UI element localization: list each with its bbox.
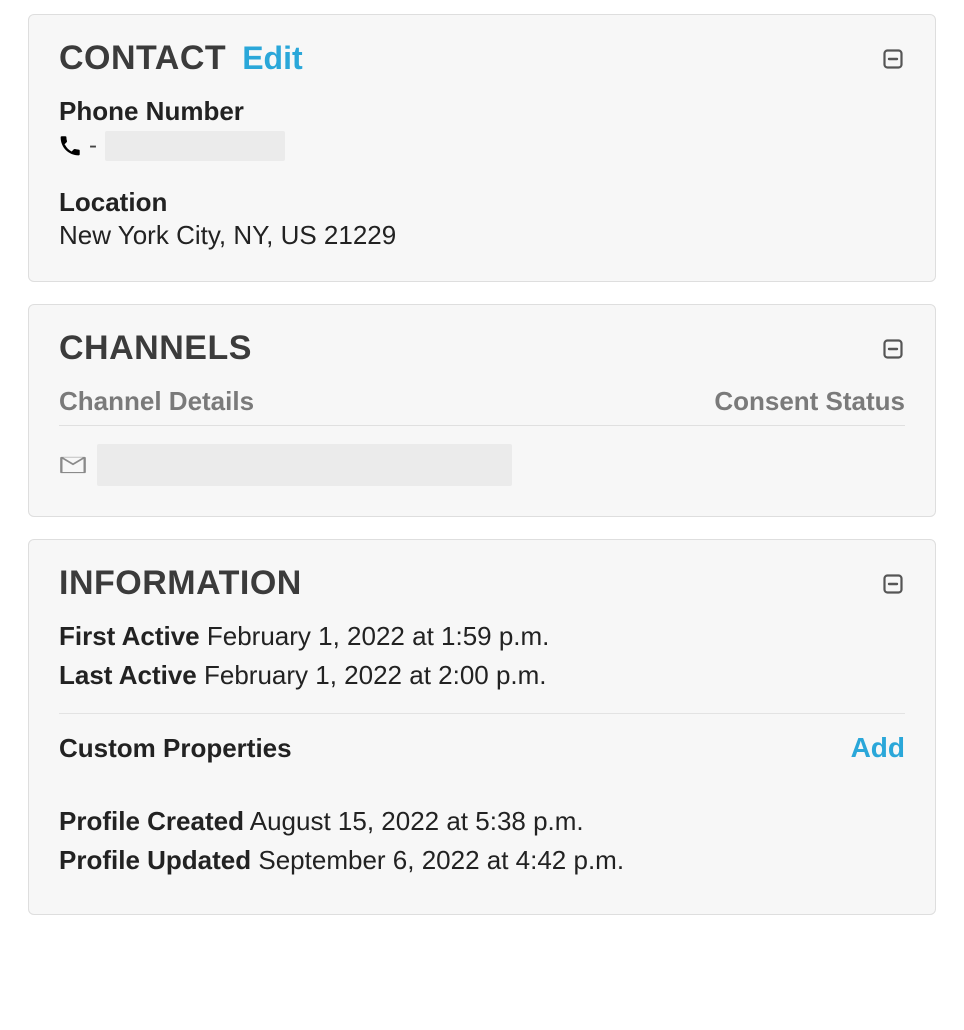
channel-email-redacted (97, 444, 512, 486)
channel-row (59, 444, 905, 486)
channels-card: CHANNELS Channel Details Consent Status (28, 304, 936, 517)
mail-icon (59, 451, 87, 479)
collapse-channels-button[interactable] (881, 337, 905, 361)
contact-title: CONTACT (59, 39, 226, 78)
first-active-row: First Active February 1, 2022 at 1:59 p.… (59, 621, 905, 652)
profile-created-value: August 15, 2022 at 5:38 p.m. (250, 806, 584, 836)
collapse-contact-button[interactable] (881, 47, 905, 71)
location-label: Location (59, 187, 905, 218)
profile-updated-value: September 6, 2022 at 4:42 p.m. (258, 845, 624, 875)
location-value: New York City, NY, US 21229 (59, 220, 905, 251)
divider (59, 713, 905, 714)
profile-updated-label: Profile Updated (59, 845, 251, 875)
contact-card-header: CONTACT Edit (59, 39, 905, 78)
collapse-icon (881, 47, 905, 71)
first-active-label: First Active (59, 621, 200, 651)
profile-created-label: Profile Created (59, 806, 244, 836)
channel-details-col: Channel Details (59, 386, 254, 417)
consent-status-col: Consent Status (714, 386, 905, 417)
first-active-value: February 1, 2022 at 1:59 p.m. (207, 621, 550, 651)
collapse-icon (881, 337, 905, 361)
custom-properties-row: Custom Properties Add (59, 732, 905, 764)
contact-header-left: CONTACT Edit (59, 39, 303, 78)
channels-card-header: CHANNELS (59, 329, 905, 368)
phone-dash: - (89, 132, 97, 160)
channels-columns: Channel Details Consent Status (59, 386, 905, 426)
contact-card: CONTACT Edit Phone Number - Location New… (28, 14, 936, 282)
last-active-label: Last Active (59, 660, 197, 690)
information-card-header: INFORMATION (59, 564, 905, 603)
last-active-row: Last Active February 1, 2022 at 2:00 p.m… (59, 660, 905, 691)
custom-properties-label: Custom Properties (59, 733, 292, 764)
collapse-icon (881, 572, 905, 596)
information-card: INFORMATION First Active February 1, 202… (28, 539, 936, 915)
profile-created-row: Profile Created August 15, 2022 at 5:38 … (59, 806, 905, 837)
add-custom-property-link[interactable]: Add (851, 732, 905, 764)
phone-row: - (59, 131, 905, 161)
edit-contact-link[interactable]: Edit (242, 40, 302, 77)
profile-updated-row: Profile Updated September 6, 2022 at 4:4… (59, 845, 905, 876)
collapse-information-button[interactable] (881, 572, 905, 596)
phone-label: Phone Number (59, 96, 905, 127)
last-active-value: February 1, 2022 at 2:00 p.m. (204, 660, 547, 690)
channels-title: CHANNELS (59, 329, 252, 368)
phone-value-redacted (105, 131, 285, 161)
phone-icon (59, 135, 81, 157)
information-title: INFORMATION (59, 564, 302, 603)
